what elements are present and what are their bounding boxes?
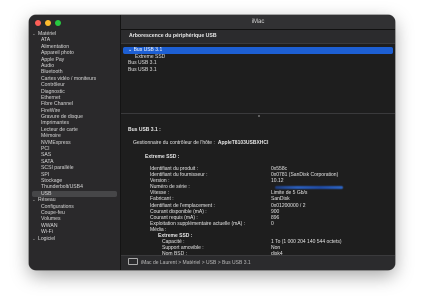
sidebar-item-label: Cartes vidéo / moniteurs bbox=[41, 75, 97, 82]
sidebar-item-label: Diagnostic bbox=[41, 88, 65, 95]
device-tree: ⌄ Bus USB 3.1 Extreme SSD Bus USB 3.1 Bus U… bbox=[121, 44, 395, 73]
window-title: iMac bbox=[121, 15, 395, 30]
device-tree-row[interactable]: Bus USB 3.1 bbox=[121, 67, 395, 74]
minimize-button[interactable] bbox=[45, 20, 51, 26]
detail-pane: Bus USB 3.1 : Gestionnaire du contrôleur… bbox=[121, 121, 395, 263]
sidebar-item-label: Logiciel bbox=[38, 235, 56, 242]
sidebar-item-label: SPI bbox=[41, 171, 50, 178]
redacted-serial bbox=[275, 186, 343, 190]
sidebar-item-label: SAS bbox=[41, 152, 52, 159]
sidebar-item-label: Audio bbox=[41, 62, 55, 69]
sidebar-tree: ⌄ Matériel ATA Alimentation Appareil photo Ap… bbox=[29, 31, 120, 242]
monitor-icon bbox=[128, 258, 138, 266]
close-button[interactable] bbox=[35, 20, 41, 26]
window-controls bbox=[35, 20, 61, 26]
controller-label: Gestionnaire du contrôleur de l'hôte : bbox=[133, 140, 215, 146]
sidebar: ⌄ Matériel ATA Alimentation Appareil photo Ap… bbox=[29, 15, 121, 270]
sidebar-item-label: Coupe-feu bbox=[41, 209, 65, 216]
sidebar-item-label: SATA bbox=[41, 158, 54, 165]
sidebar-item-label: Bluetooth bbox=[41, 69, 63, 76]
sidebar-item-label: Thunderbolt/USB4 bbox=[41, 184, 83, 191]
device-tree-row[interactable]: ⌄ Bus USB 3.1 bbox=[123, 47, 393, 54]
bus-title: Bus USB 3.1 : bbox=[128, 127, 161, 133]
sidebar-item-label: Volumes bbox=[41, 216, 61, 223]
sidebar-item-label: Lecteur de carte bbox=[41, 126, 78, 133]
system-information-window: ⌄ Matériel ATA Alimentation Appareil photo Ap… bbox=[29, 15, 395, 270]
sidebar-item-label: Wi-Fi bbox=[41, 229, 53, 236]
device-tree-row[interactable]: Extreme SSD bbox=[121, 54, 395, 61]
sidebar-item-label: NVMExpress bbox=[41, 139, 71, 146]
device-tree-label: Bus USB 3.1 bbox=[133, 47, 163, 53]
path-bar: iMac de Laurent > Matériel > USB > Bus U… bbox=[121, 255, 395, 270]
sidebar-item-label: Gravure de disque bbox=[41, 114, 83, 121]
sidebar-item-label: Contrôleur bbox=[41, 82, 65, 89]
zoom-button[interactable] bbox=[55, 20, 61, 26]
controller-row: Gestionnaire du contrôleur de l'hôte : Ap… bbox=[133, 140, 268, 146]
sidebar-item-label: Stockage bbox=[41, 177, 63, 184]
ssd-title: Extreme SSD : bbox=[145, 154, 180, 160]
device-tree-row[interactable]: Bus USB 3.1 bbox=[121, 60, 395, 67]
sidebar-item-label: Imprimantes bbox=[41, 120, 70, 127]
sidebar-item-label: Appareil photo bbox=[41, 50, 74, 57]
sidebar-item-label: Alimentation bbox=[41, 43, 70, 50]
split-divider[interactable] bbox=[121, 113, 395, 120]
main-pane: iMac Arborescence du périphérique USB ⌄ … bbox=[121, 15, 395, 270]
sidebar-item-label: Fibre Channel bbox=[41, 101, 73, 108]
sidebar-item-label: Matériel bbox=[38, 31, 57, 37]
sidebar-item-label: USB bbox=[41, 190, 52, 197]
sidebar-group[interactable]: ⌄ Logiciel bbox=[29, 236, 120, 242]
sidebar-item-label: FireWire bbox=[41, 107, 61, 114]
device-tree-label: Bus USB 3.1 bbox=[128, 60, 157, 67]
controller-value: AppleT8103USBXHCI bbox=[217, 140, 269, 146]
sidebar-item-label: Apple Pay bbox=[41, 56, 65, 63]
grip-icon bbox=[258, 115, 260, 117]
sidebar-item-label: WWAN bbox=[41, 222, 58, 229]
sidebar-item-label: SCSI parallèle bbox=[41, 165, 74, 172]
sidebar-item-label: Ethernet bbox=[41, 94, 61, 101]
sidebar-item-label: ATA bbox=[41, 37, 51, 44]
device-tree-label: Bus USB 3.1 bbox=[128, 66, 157, 73]
sidebar-item-label: Réseau bbox=[38, 197, 56, 204]
path-text[interactable]: iMac de Laurent > Matériel > USB > Bus U… bbox=[141, 260, 251, 266]
device-tree-label: Extreme SSD bbox=[135, 53, 166, 60]
sidebar-item-label: Mémoire bbox=[41, 133, 61, 140]
sidebar-item-label: Configurations bbox=[41, 203, 74, 210]
property-list: Identifiant du produit :0x558c Identifian… bbox=[150, 166, 390, 264]
sidebar-item-label: PCI bbox=[41, 146, 50, 153]
device-tree-header: Arborescence du périphérique USB bbox=[121, 30, 395, 44]
